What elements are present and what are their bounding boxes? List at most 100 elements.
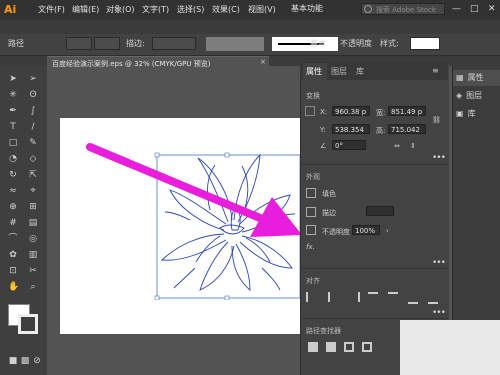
slice-tool-icon[interactable]: ✂ xyxy=(28,266,38,276)
dock-libraries[interactable]: ▣ 库 xyxy=(456,108,500,122)
column-graph-icon[interactable]: ▥ xyxy=(28,250,38,260)
curvature-tool-icon[interactable]: ∫ xyxy=(28,106,38,116)
menu-object[interactable]: 对象(O) xyxy=(106,4,135,15)
opacity-label: 不透明度 xyxy=(322,228,350,236)
free-transform-icon[interactable]: ⌖ xyxy=(28,186,38,196)
constrain-proportions-icon[interactable]: ⛓ xyxy=(432,116,441,124)
align-horizontal-center-icon[interactable] xyxy=(328,292,340,302)
eraser-icon[interactable]: ◇ xyxy=(28,154,38,164)
flip-vertical-icon[interactable]: ⇕ xyxy=(410,142,416,150)
rotate-icon: ∠ xyxy=(320,142,327,150)
menu-file[interactable]: 文件(F) xyxy=(38,4,65,15)
align-vertical-center-icon[interactable] xyxy=(388,292,398,304)
appearance-section-title: 外观 xyxy=(306,173,320,181)
symbol-sprayer-icon[interactable]: ✿ xyxy=(8,250,18,260)
fill-swatch-icon[interactable] xyxy=(306,188,316,198)
divider xyxy=(300,164,448,165)
opacity-label: 不透明度 xyxy=(340,39,372,48)
fx-button[interactable]: fx. xyxy=(306,243,315,251)
magic-wand-icon[interactable]: ✳ xyxy=(8,90,18,100)
distribute-icon[interactable] xyxy=(428,292,438,304)
opacity-dropdown-icon[interactable]: › xyxy=(386,227,389,235)
tab-properties[interactable]: 属性 xyxy=(306,66,322,77)
menu-select[interactable]: 选择(S) xyxy=(177,4,204,15)
close-tab-icon[interactable]: × xyxy=(260,58,266,66)
align-more-icon[interactable]: ••• xyxy=(432,308,446,318)
dock-libraries-label: 库 xyxy=(467,109,476,118)
minus-front-icon[interactable] xyxy=(326,342,336,352)
mesh-tool-icon[interactable]: # xyxy=(8,218,18,228)
rectangle-tool-icon[interactable]: □ xyxy=(8,138,18,148)
appearance-more-icon[interactable]: ••• xyxy=(432,258,446,268)
rotate-input[interactable]: 0° xyxy=(332,140,366,150)
reference-point-icon[interactable] xyxy=(305,106,315,116)
dock-properties[interactable]: ▦ 属性 xyxy=(456,72,500,86)
stroke-weight-input[interactable] xyxy=(152,37,196,50)
graphic-style-dropdown[interactable] xyxy=(410,37,440,50)
stroke-swatch-icon[interactable] xyxy=(306,207,316,217)
bbox-handle-bm xyxy=(224,295,230,300)
dock-layers-label: 图层 xyxy=(466,91,483,100)
panel-menu-icon[interactable]: ≡ xyxy=(432,66,439,75)
menu-effect[interactable]: 效果(C) xyxy=(212,4,240,15)
close-window-button[interactable]: ✕ xyxy=(488,4,496,14)
variable-width-profile[interactable] xyxy=(206,37,264,51)
color-mode-icon[interactable]: ■ xyxy=(8,356,18,366)
shape-builder-icon[interactable]: ⊕ xyxy=(8,202,18,212)
align-bottom-icon[interactable] xyxy=(408,292,418,304)
opacity-input[interactable]: 100% xyxy=(352,225,380,235)
rotate-tool-icon[interactable]: ↻ xyxy=(8,170,18,180)
artboard-tool-icon[interactable]: ⊡ xyxy=(8,266,18,276)
align-top-icon[interactable] xyxy=(368,292,378,304)
intersect-icon[interactable] xyxy=(344,342,354,352)
width-input[interactable]: 851.49 p xyxy=(388,106,426,116)
direct-selection-tool-icon[interactable]: ➢ xyxy=(28,74,38,84)
menu-view[interactable]: 视图(V) xyxy=(248,4,276,15)
eyedropper-icon[interactable]: ⌒ xyxy=(8,234,18,244)
align-right-icon[interactable] xyxy=(348,292,360,302)
workspace-switcher[interactable]: 基本功能 xyxy=(291,3,351,15)
height-label: 高: xyxy=(376,127,386,135)
none-mode-icon[interactable]: ⊘ xyxy=(32,356,42,366)
perspective-grid-icon[interactable]: ⊞ xyxy=(28,202,38,212)
libraries-icon: ▣ xyxy=(456,109,464,118)
stroke-color-dropdown[interactable] xyxy=(94,37,120,50)
menu-edit[interactable]: 编辑(E) xyxy=(72,4,99,15)
height-input[interactable]: 715.042 xyxy=(388,124,426,134)
type-tool-icon[interactable]: T xyxy=(8,122,18,132)
line-tool-icon[interactable]: / xyxy=(28,122,38,132)
shaper-tool-icon[interactable]: ◔ xyxy=(8,154,18,164)
divider xyxy=(300,318,448,319)
menu-type[interactable]: 文字(T) xyxy=(142,4,169,15)
tab-libraries[interactable]: 库 xyxy=(356,66,364,77)
selection-tool-icon[interactable]: ➤ xyxy=(8,74,18,84)
bbox-handle-bl xyxy=(154,295,160,300)
minimize-button[interactable]: — xyxy=(452,4,461,14)
tab-layers[interactable]: 图层 xyxy=(331,66,347,77)
document-tab-title: 百度经验演示案例.eps @ 32% (CMYK/GPU 预览) xyxy=(52,60,211,68)
scale-tool-icon[interactable]: ⇱ xyxy=(28,170,38,180)
paintbrush-icon[interactable]: ✎ xyxy=(28,138,38,148)
gradient-mode-icon[interactable]: ▩ xyxy=(20,356,30,366)
fill-dropdown[interactable] xyxy=(66,37,92,50)
stroke-weight-field[interactable] xyxy=(366,206,394,216)
width-tool-icon[interactable]: ≈ xyxy=(8,186,18,196)
gradient-tool-icon[interactable]: ▤ xyxy=(28,218,38,228)
blend-tool-icon[interactable]: ◎ xyxy=(28,234,38,244)
flip-horizontal-icon[interactable]: ⇔ xyxy=(394,142,400,150)
x-input[interactable]: 960.38 p xyxy=(332,106,370,116)
align-left-icon[interactable] xyxy=(306,292,318,302)
stock-search-input[interactable]: 搜索 Adobe Stock xyxy=(361,3,445,15)
stroke-swatch[interactable] xyxy=(18,314,38,334)
maximize-button[interactable]: □ xyxy=(470,4,479,14)
hand-tool-icon[interactable]: ✋ xyxy=(8,282,19,292)
exclude-icon[interactable] xyxy=(362,342,372,352)
pen-tool-icon[interactable]: ✒ xyxy=(8,106,18,116)
dock-layers[interactable]: ◈ 图层 xyxy=(456,90,500,104)
lasso-icon[interactable]: ʘ xyxy=(28,90,38,100)
transform-more-icon[interactable]: ••• xyxy=(432,153,446,163)
unite-icon[interactable] xyxy=(308,342,318,352)
opacity-icon[interactable] xyxy=(306,225,316,235)
y-input[interactable]: 538.354 xyxy=(332,124,370,134)
zoom-tool-icon[interactable]: ⌕ xyxy=(28,282,38,292)
